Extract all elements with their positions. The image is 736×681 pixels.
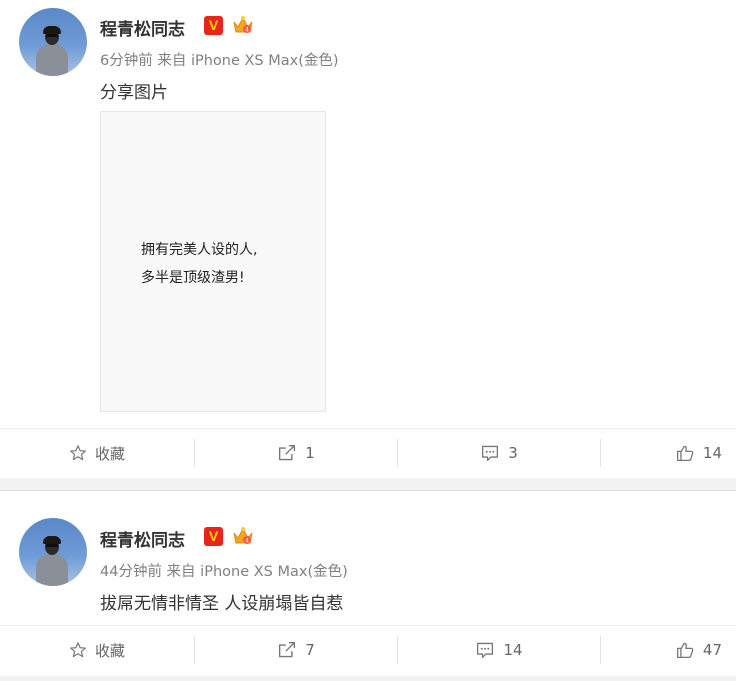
verified-badge-icon: V — [204, 527, 223, 546]
svg-text:4: 4 — [245, 538, 249, 545]
favorite-button[interactable]: 收藏 — [0, 428, 194, 478]
crown-badge-icon: 4 — [233, 16, 253, 34]
avatar[interactable] — [19, 8, 87, 76]
comment-count: 3 — [508, 444, 518, 462]
favorite-button[interactable]: 收藏 — [0, 625, 194, 675]
favorite-label: 收藏 — [94, 444, 125, 463]
weibo-post: 程青松同志 V 4 6分钟前 来自 iPhone XS Max(金色) 分享图片… — [0, 0, 736, 478]
repost-button[interactable]: 1 — [195, 428, 397, 478]
comment-icon — [477, 642, 494, 659]
action-bar: 收藏 1 3 14 — [0, 428, 736, 478]
share-icon — [279, 641, 296, 658]
favorite-label: 收藏 — [94, 641, 125, 660]
verified-badge-icon: V — [204, 16, 223, 35]
action-bar: 收藏 7 14 47 — [0, 625, 736, 675]
thumbs-up-icon — [676, 445, 694, 462]
repost-count: 1 — [305, 444, 315, 462]
post-meta: 6分钟前 来自 iPhone XS Max(金色) — [100, 53, 339, 69]
share-icon — [279, 444, 296, 461]
crown-badge-icon: 4 — [233, 527, 253, 545]
comment-button[interactable]: 14 — [398, 625, 600, 675]
comment-button[interactable]: 3 — [398, 428, 600, 478]
post-meta: 44分钟前 来自 iPhone XS Max(金色) — [100, 564, 348, 580]
repost-button[interactable]: 7 — [195, 625, 397, 675]
image-text-line: 拥有完美人设的人, — [141, 242, 258, 258]
weibo-post: 程青松同志 V 4 44分钟前 来自 iPhone XS Max(金色) 拔屌无… — [0, 491, 736, 676]
star-icon — [70, 642, 86, 658]
avatar[interactable] — [19, 518, 87, 586]
author-name[interactable]: 程青松同志 — [100, 526, 185, 551]
star-icon — [70, 445, 86, 461]
like-button[interactable]: 47 — [601, 625, 736, 675]
svg-text:4: 4 — [245, 27, 249, 34]
image-text-line: 多半是顶级渣男! — [141, 270, 245, 286]
like-button[interactable]: 14 — [601, 428, 736, 478]
author-name[interactable]: 程青松同志 — [100, 15, 185, 40]
post-text: 分享图片 — [100, 83, 168, 103]
post-image[interactable]: 拥有完美人设的人, 多半是顶级渣男! — [100, 111, 326, 412]
repost-count: 7 — [305, 641, 315, 659]
like-count: 47 — [702, 641, 722, 659]
thumbs-up-icon — [676, 642, 694, 659]
like-count: 14 — [702, 444, 722, 462]
post-text: 拔屌无情非情圣 人设崩塌皆自惹 — [100, 594, 344, 614]
comment-count: 14 — [503, 641, 523, 659]
comment-icon — [482, 445, 499, 462]
